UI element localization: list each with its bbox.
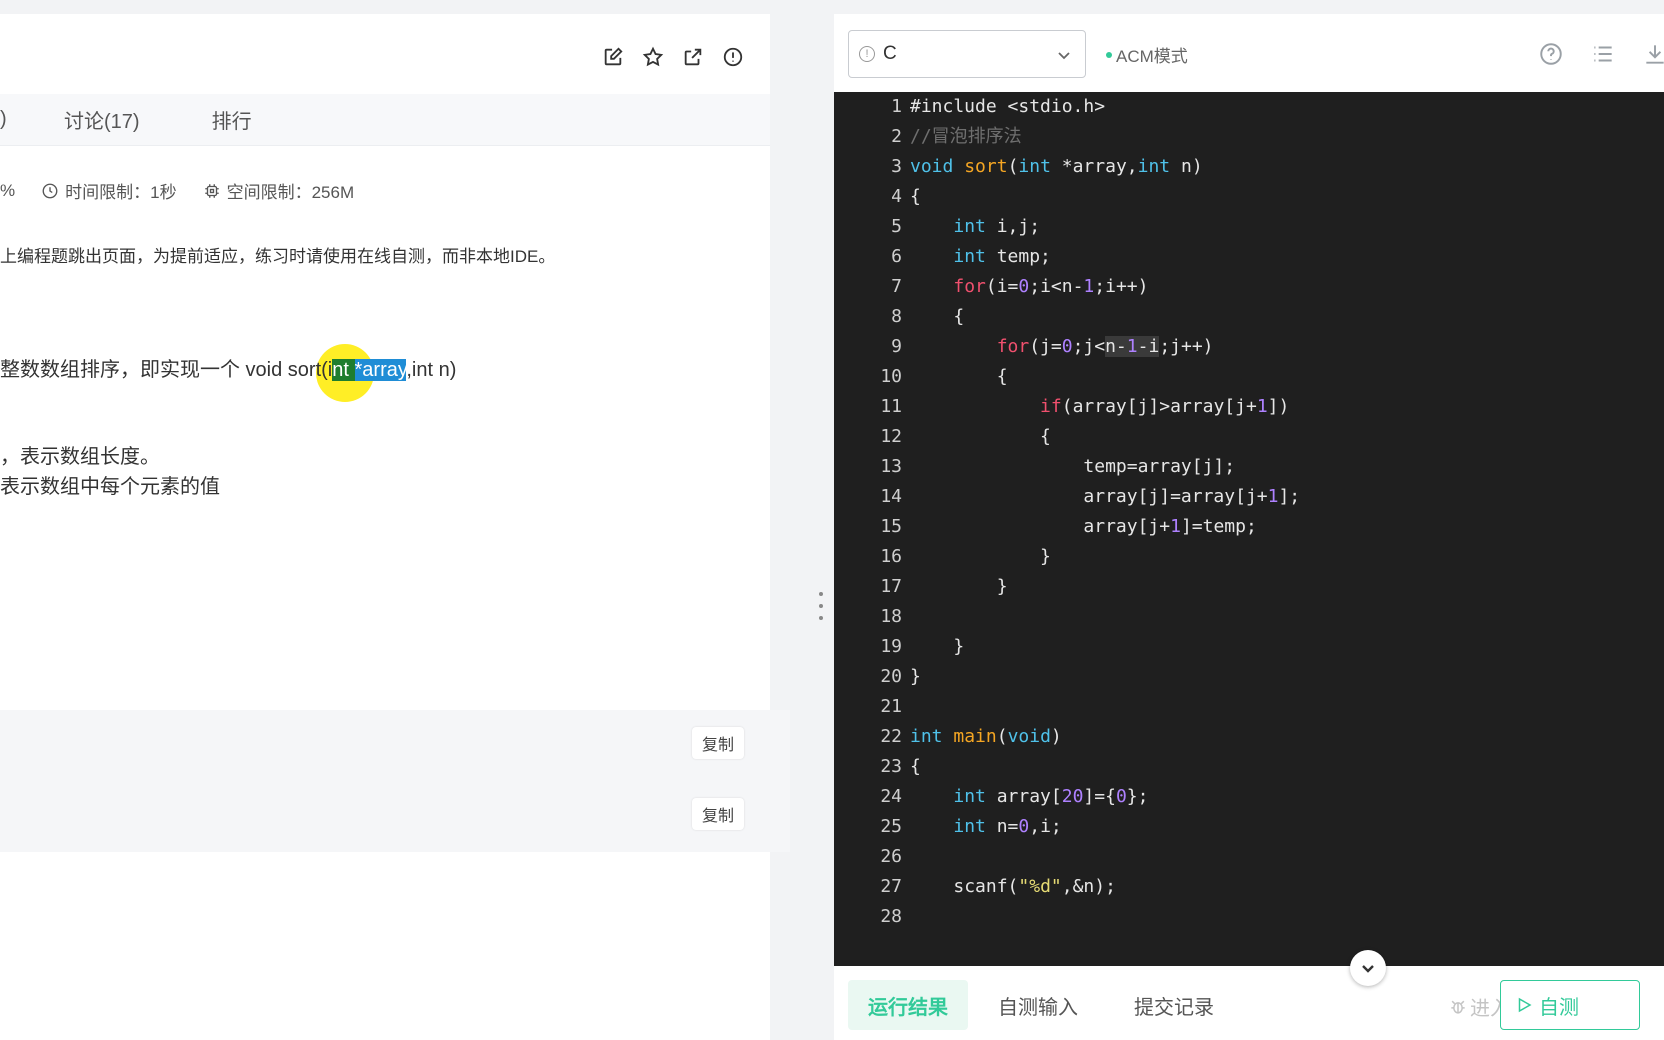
time-limit: 时间限制：1秒 bbox=[41, 178, 177, 203]
scroll-down-button[interactable] bbox=[1350, 950, 1386, 986]
edit-icon[interactable] bbox=[600, 44, 626, 70]
code-line: 7 for(i=0;i<n-1;i++) bbox=[891, 276, 1149, 297]
code-line: 22 int main(void) bbox=[880, 726, 1062, 747]
code-line: 13 temp=array[j]; bbox=[880, 456, 1236, 477]
tab-discussion[interactable]: 讨论(17) bbox=[64, 105, 140, 134]
ide-notice: 上编程题跳出页面，为提前适应，练习时请使用在线自测，而非本地IDE。 bbox=[0, 247, 556, 266]
code-line: 18 bbox=[880, 606, 902, 627]
code-line: 24 int array[20]={0}; bbox=[880, 786, 1149, 807]
bug-icon bbox=[1451, 1000, 1465, 1014]
panel-resize-handle[interactable] bbox=[818, 592, 824, 620]
info-icon: ! bbox=[859, 46, 875, 62]
tab-partial[interactable]: ) bbox=[0, 108, 60, 131]
tab-submit-history[interactable]: 提交记录 bbox=[1134, 980, 1214, 1030]
code-line: 9 for(j=0;j<n-1-i;j++) bbox=[891, 336, 1214, 357]
tab-ranking[interactable]: 排行 bbox=[212, 105, 252, 134]
selection-green: nt bbox=[332, 359, 355, 381]
problem-tabs: ) 讨论(17) 排行 bbox=[0, 94, 770, 146]
code-line: 4{ bbox=[891, 186, 921, 207]
selection-blue: *array bbox=[354, 359, 407, 381]
example-box: 复制 复制 bbox=[0, 710, 790, 852]
code-line: 28 bbox=[880, 906, 902, 927]
problem-panel: ) 讨论(17) 排行 % 时间限制：1秒 空间限制：256M 上编程题跳出页面… bbox=[0, 14, 790, 1040]
code-line: 8 { bbox=[891, 306, 965, 327]
code-line: 19 } bbox=[880, 636, 965, 657]
problem-description: 整数数组排序，即实现一个 void sort(int *array,int n) bbox=[0, 359, 457, 381]
code-editor[interactable]: 1 #include <stdio.h> 2//冒泡排序法 3 void sort(… bbox=[834, 92, 1664, 966]
help-icon[interactable] bbox=[1536, 40, 1566, 68]
tab-self-input[interactable]: 自测输入 bbox=[998, 980, 1078, 1030]
code-line: 15 array[j+1]=temp; bbox=[880, 516, 1257, 537]
code-line: 21 bbox=[880, 696, 902, 717]
language-value: C bbox=[883, 43, 897, 64]
editor-header: ! C ACM模式 bbox=[834, 14, 1664, 92]
code-line: 26 bbox=[880, 846, 902, 867]
space-limit: 空间限制：256M bbox=[203, 178, 354, 203]
input-desc-line: ，表示数组长度。 bbox=[0, 446, 160, 468]
pass-rate: % bbox=[0, 180, 16, 200]
code-line: 5 int i,j; bbox=[891, 216, 1041, 237]
code-line: 10 { bbox=[880, 366, 1008, 387]
clock-icon bbox=[42, 183, 58, 198]
problem-meta: % 时间限制：1秒 空间限制：256M bbox=[0, 178, 380, 203]
code-line: 25 int n=0,i; bbox=[880, 816, 1062, 837]
copy-button[interactable]: 复制 bbox=[692, 798, 744, 830]
code-line: 6 int temp; bbox=[891, 246, 1051, 267]
code-line: 1 #include <stdio.h> bbox=[891, 96, 1106, 117]
chip-icon bbox=[204, 183, 219, 198]
copy-button[interactable]: 复制 bbox=[692, 727, 744, 759]
star-icon[interactable] bbox=[640, 44, 666, 70]
code-line: 20} bbox=[880, 666, 921, 687]
chevron-down-icon bbox=[1362, 965, 1374, 973]
code-line: 11 if(array[j]>array[j+1]) bbox=[880, 396, 1290, 417]
editor-header-icons bbox=[1536, 40, 1664, 68]
tab-run-result[interactable]: 运行结果 bbox=[848, 980, 968, 1030]
code-line: 23{ bbox=[880, 756, 921, 777]
chevron-down-icon bbox=[1057, 46, 1071, 60]
input-description: ，表示数组长度。 表示数组中每个元素的值 bbox=[0, 442, 220, 502]
language-select[interactable]: ! C bbox=[848, 30, 1086, 78]
self-test-button[interactable]: 自测 bbox=[1500, 980, 1640, 1030]
code-line: 12 { bbox=[880, 426, 1051, 447]
code-line: 2//冒泡排序法 bbox=[891, 126, 1022, 147]
share-icon[interactable] bbox=[680, 44, 706, 70]
report-icon[interactable] bbox=[720, 44, 746, 70]
code-line: 14 array[j]=array[j+1]; bbox=[880, 486, 1301, 507]
code-line: 16 } bbox=[880, 546, 1051, 567]
list-icon[interactable] bbox=[1588, 40, 1618, 68]
code-line: 17 } bbox=[880, 576, 1008, 597]
mode-label: ACM模式 bbox=[1106, 42, 1188, 67]
download-icon[interactable] bbox=[1640, 40, 1664, 68]
play-icon bbox=[1518, 997, 1532, 1013]
input-desc-line: 表示数组中每个元素的值 bbox=[0, 476, 220, 498]
problem-toolbar bbox=[600, 44, 746, 70]
code-line: 27 scanf("%d",&n); bbox=[880, 876, 1116, 897]
code-line: 3 void sort(int *array,int n) bbox=[891, 156, 1203, 177]
